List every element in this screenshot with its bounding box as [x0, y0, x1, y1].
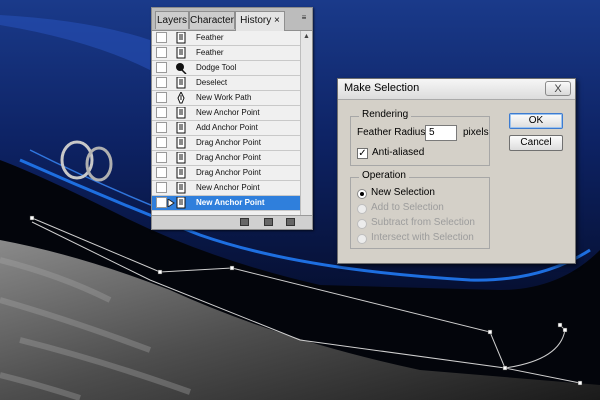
make-selection-dialog: Make Selection X Rendering Feather Radiu…: [337, 78, 576, 264]
history-brush-checkbox[interactable]: [156, 92, 167, 103]
history-item[interactable]: Deselect: [152, 76, 300, 91]
document-icon: [176, 152, 186, 164]
intersect-with-selection-radio[interactable]: [357, 234, 367, 244]
history-item-label: New Anchor Point: [196, 198, 265, 207]
document-icon: [176, 167, 186, 179]
tab-history[interactable]: History ×: [235, 11, 285, 31]
history-item-label: Feather: [196, 48, 224, 57]
history-brush-checkbox[interactable]: [156, 152, 167, 163]
history-item-label: Deselect: [196, 78, 228, 87]
rendering-group-title: Rendering: [359, 109, 412, 120]
document-icon: [176, 32, 186, 44]
document-icon: [176, 137, 186, 149]
history-item[interactable]: New Anchor Point: [152, 181, 300, 196]
history-item[interactable]: Drag Anchor Point: [152, 136, 300, 151]
operation-group: Operation New Selection Add to Selection…: [350, 170, 490, 249]
intersect-with-selection-label: Intersect with Selection: [371, 232, 474, 243]
history-brush-checkbox[interactable]: [156, 62, 167, 73]
dialog-title-bar: Make Selection X: [338, 79, 575, 100]
ok-button[interactable]: OK: [509, 113, 563, 129]
feather-radius-input[interactable]: 5: [425, 125, 457, 141]
history-scrollbar[interactable]: ▲ ▼: [300, 31, 312, 223]
history-item-label: Drag Anchor Point: [196, 153, 261, 162]
panel-menu-icon[interactable]: ≡: [299, 13, 309, 23]
tab-character[interactable]: Character: [189, 11, 235, 29]
document-icon: [176, 47, 186, 59]
history-brush-checkbox[interactable]: [156, 167, 167, 178]
history-brush-checkbox[interactable]: [156, 182, 167, 193]
feather-unit-label: pixels: [463, 127, 489, 138]
operation-group-title: Operation: [359, 170, 409, 181]
history-item-label: Drag Anchor Point: [196, 168, 261, 177]
history-item-label: New Work Path: [196, 93, 252, 102]
history-list: Feather Feather Dodge Tool Deselect New …: [152, 31, 300, 223]
new-document-from-state-icon[interactable]: [240, 218, 249, 226]
document-icon: [176, 197, 186, 209]
history-item[interactable]: Drag Anchor Point: [152, 166, 300, 181]
history-item[interactable]: Dodge Tool: [152, 61, 300, 76]
anti-aliased-label: Anti-aliased: [372, 147, 425, 158]
delete-state-icon[interactable]: [286, 218, 295, 226]
history-panel-footer: [152, 215, 312, 229]
history-item-label: New Anchor Point: [196, 108, 260, 117]
history-brush-checkbox[interactable]: [156, 197, 167, 208]
history-brush-checkbox[interactable]: [156, 47, 167, 58]
new-selection-label: New Selection: [371, 187, 435, 198]
dialog-title: Make Selection: [344, 82, 420, 94]
history-item[interactable]: Feather: [152, 46, 300, 61]
document-icon: [176, 77, 186, 89]
history-brush-checkbox[interactable]: [156, 32, 167, 43]
scroll-up-icon[interactable]: ▲: [302, 32, 311, 41]
history-item-label: Add Anchor Point: [196, 123, 258, 132]
feather-radius-label: Feather Radius:: [357, 127, 429, 138]
history-item-label: Dodge Tool: [196, 63, 237, 72]
anti-aliased-checkbox[interactable]: ✓: [357, 148, 368, 159]
history-item-label: New Anchor Point: [196, 183, 260, 192]
document-icon: [176, 107, 186, 119]
document-icon: [176, 182, 186, 194]
new-selection-radio[interactable]: [357, 189, 367, 199]
add-to-selection-radio[interactable]: [357, 204, 367, 214]
history-item[interactable]: Add Anchor Point: [152, 121, 300, 136]
history-item[interactable]: Feather: [152, 31, 300, 46]
tab-layers[interactable]: Layers: [155, 11, 189, 29]
close-button[interactable]: X: [545, 81, 571, 96]
history-brush-checkbox[interactable]: [156, 137, 167, 148]
panel-tab-bar: Layers Character History × ≡: [152, 8, 312, 31]
pen-tool-icon: [177, 92, 185, 104]
history-item-label: Drag Anchor Point: [196, 138, 261, 147]
history-item[interactable]: Drag Anchor Point: [152, 151, 300, 166]
cancel-button[interactable]: Cancel: [509, 135, 563, 151]
new-snapshot-icon[interactable]: [264, 218, 273, 226]
history-item[interactable]: New Anchor Point: [152, 106, 300, 121]
history-item-label: Feather: [196, 33, 224, 42]
history-brush-checkbox[interactable]: [156, 122, 167, 133]
history-panel: Layers Character History × ≡ Feather Fea…: [151, 7, 313, 230]
add-to-selection-label: Add to Selection: [371, 202, 444, 213]
history-brush-checkbox[interactable]: [156, 107, 167, 118]
history-item[interactable]: New Work Path: [152, 91, 300, 106]
history-brush-checkbox[interactable]: [156, 77, 167, 88]
document-icon: [176, 122, 186, 134]
rendering-group: Rendering Feather Radius: 5 pixels ✓ Ant…: [350, 109, 490, 166]
history-item-selected[interactable]: New Anchor Point: [152, 196, 300, 211]
subtract-from-selection-label: Subtract from Selection: [371, 217, 475, 228]
subtract-from-selection-radio[interactable]: [357, 219, 367, 229]
dodge-tool-icon: [176, 63, 187, 74]
